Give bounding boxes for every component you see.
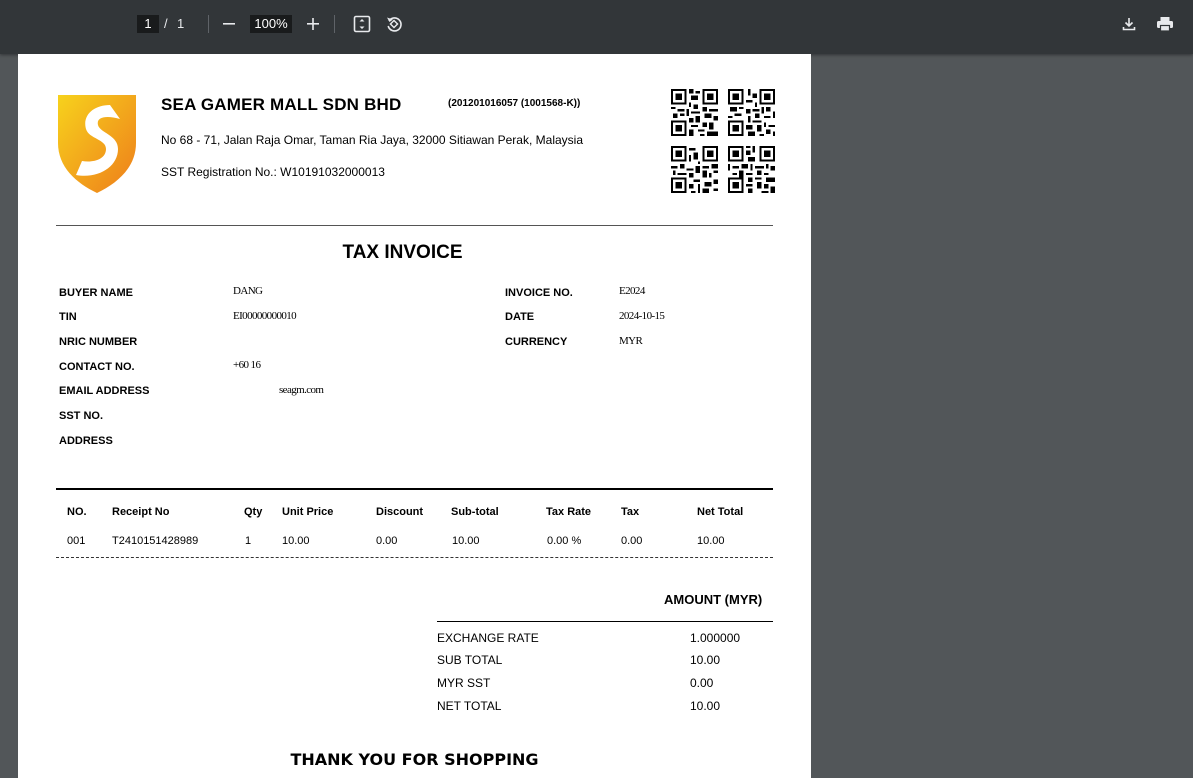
col-header-qty: Qty <box>244 506 263 518</box>
header-divider <box>56 225 773 226</box>
tin-value: EI00000000010 <box>233 310 297 322</box>
summary-value: 1.000000 <box>690 631 741 645</box>
fit-page-icon <box>353 15 371 33</box>
zoom-in-button[interactable] <box>301 12 325 36</box>
toolbar-divider <box>208 15 209 33</box>
table-top-rule <box>56 488 773 490</box>
page-number-input[interactable]: 1 <box>137 15 159 33</box>
col-header-net-total: Net Total <box>697 506 744 518</box>
email-label: EMAIL ADDRESS <box>59 385 150 397</box>
nric-label: NRIC NUMBER <box>59 336 138 348</box>
summary-label: MYR SST <box>437 676 491 690</box>
pdf-toolbar: 1 / 1 100% <box>0 0 1193 54</box>
table-bottom-rule <box>56 557 773 558</box>
company-logo <box>58 95 136 193</box>
invoice-no-value: E2024 <box>619 285 645 297</box>
qr-code <box>728 146 775 193</box>
summary-value: 10.00 <box>690 653 721 667</box>
page-total: 1 <box>177 16 185 31</box>
rotate-button[interactable] <box>382 12 406 36</box>
sst-registration: SST Registration No.: W10191032000013 <box>161 165 385 179</box>
qr-code <box>671 146 718 193</box>
tin-label: TIN <box>59 311 77 323</box>
print-icon <box>1157 17 1173 32</box>
zoom-out-button[interactable] <box>217 12 241 36</box>
download-button[interactable] <box>1117 12 1141 36</box>
cell-no: 001 <box>67 535 86 547</box>
cell-qty: 1 <box>245 535 252 547</box>
minus-icon <box>223 23 235 25</box>
buyer-address-label: ADDRESS <box>59 435 113 447</box>
summary-label: EXCHANGE RATE <box>437 631 539 645</box>
date-value: 2024-10-15 <box>619 310 665 322</box>
currency-value: MYR <box>619 335 643 347</box>
col-header-tax-rate: Tax Rate <box>546 506 592 518</box>
company-registration-no: (201201016057 (1001568-K)) <box>448 98 581 109</box>
cell-tax-rate: 0.00 % <box>547 535 582 547</box>
summary-value: 10.00 <box>690 699 721 713</box>
buyer-name-value: DANG <box>233 285 263 297</box>
qr-code <box>671 89 718 136</box>
col-header-receipt: Receipt No <box>112 506 170 518</box>
currency-label: CURRENCY <box>505 336 568 348</box>
buyer-name-label: BUYER NAME <box>59 287 133 299</box>
contact-value: +60 16 <box>233 359 261 371</box>
zoom-level-input[interactable]: 100% <box>250 15 292 33</box>
thank-you-message: THANK YOU FOR SHOPPING <box>290 750 539 769</box>
col-header-no: NO. <box>67 506 87 518</box>
sst-no-label: SST NO. <box>59 410 104 422</box>
download-icon <box>1122 18 1136 31</box>
company-address: No 68 - 71, Jalan Raja Omar, Taman Ria J… <box>161 133 583 147</box>
cell-discount: 0.00 <box>376 535 398 547</box>
date-label: DATE <box>505 311 535 323</box>
invoice-no-label: INVOICE NO. <box>505 287 573 299</box>
summary-label: SUB TOTAL <box>437 653 503 667</box>
rotate-icon <box>387 17 402 32</box>
plus-icon <box>307 18 319 30</box>
summary-rule <box>437 621 773 622</box>
qr-code <box>728 89 775 136</box>
cell-unit-price: 10.00 <box>282 535 310 547</box>
fit-to-page-button[interactable] <box>350 12 374 36</box>
company-name: SEA GAMER MALL SDN BHD <box>161 95 402 114</box>
amount-heading: AMOUNT (MYR) <box>664 592 763 607</box>
toolbar-divider <box>334 15 335 33</box>
invoice-title: TAX INVOICE <box>342 242 463 263</box>
print-button[interactable] <box>1153 12 1177 36</box>
email-value: seagm.com <box>279 384 324 396</box>
col-header-tax: Tax <box>621 506 640 518</box>
page-separator: / <box>164 16 168 31</box>
cell-receipt: T2410151428989 <box>112 535 199 547</box>
summary-value: 0.00 <box>690 676 714 690</box>
col-header-subtotal: Sub-total <box>451 506 499 518</box>
cell-subtotal: 10.00 <box>452 535 480 547</box>
col-header-discount: Discount <box>376 506 424 518</box>
invoice-page: SEA GAMER MALL SDN BHD (201201016057 (10… <box>18 54 811 778</box>
col-header-unit-price: Unit Price <box>282 506 334 518</box>
contact-label: CONTACT NO. <box>59 361 135 373</box>
cell-net-total: 10.00 <box>697 535 725 547</box>
cell-tax: 0.00 <box>621 535 643 547</box>
summary-label: NET TOTAL <box>437 699 502 713</box>
